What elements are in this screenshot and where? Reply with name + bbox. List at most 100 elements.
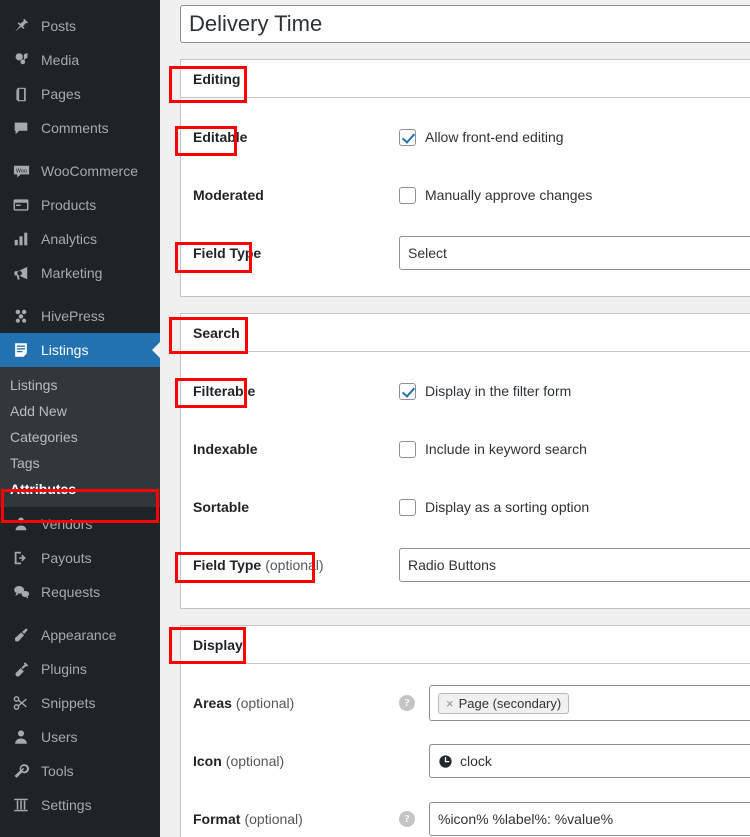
areas-multiselect[interactable]: × Page (secondary) xyxy=(429,685,750,721)
sidebar-item-label: Products xyxy=(41,197,97,213)
sortable-label-wrap: Sortable xyxy=(193,499,399,515)
moderated-label: Moderated xyxy=(193,187,264,203)
sidebar-item-marketing[interactable]: Marketing xyxy=(0,256,160,290)
sidebar-subitem-label: Attributes xyxy=(10,481,77,497)
display-panel-title: Display xyxy=(193,636,243,653)
sidebar-item-label: Appearance xyxy=(41,627,117,643)
attribute-title-input[interactable] xyxy=(180,5,750,43)
vendors-icon xyxy=(10,514,32,534)
sidebar-item-snippets[interactable]: Snippets xyxy=(0,686,160,720)
icon-select[interactable]: clock xyxy=(429,744,750,778)
sidebar-item-analytics[interactable]: Analytics xyxy=(0,222,160,256)
sidebar-item-settings[interactable]: Settings xyxy=(0,788,160,822)
format-field: %icon% %label%: %value% xyxy=(429,802,750,836)
editing-panel-header: Editing xyxy=(181,60,750,98)
snippets-icon xyxy=(10,693,32,713)
pin-icon xyxy=(10,16,32,36)
sidebar-item-woocommerce[interactable]: Woo WooCommerce xyxy=(0,154,160,188)
sidebar-item-vendors[interactable]: Vendors xyxy=(0,507,160,541)
requests-icon xyxy=(10,582,32,602)
sidebar-item-tools[interactable]: Tools xyxy=(0,754,160,788)
main-content: Editing Editable Allow front-end editing xyxy=(160,0,750,837)
allow-frontend-editing-checkbox-wrap[interactable]: Allow front-end editing xyxy=(399,128,564,146)
allow-frontend-editing-label: Allow front-end editing xyxy=(425,129,564,145)
title-wrapper xyxy=(180,5,750,43)
sidebar-item-payouts[interactable]: Payouts xyxy=(0,541,160,575)
sidebar-item-label: WooCommerce xyxy=(41,163,138,179)
sidebar-subitem-tags[interactable]: Tags xyxy=(0,450,160,476)
sidebar-item-appearance[interactable]: Appearance xyxy=(0,618,160,652)
checkbox-icon[interactable] xyxy=(399,128,416,146)
admin-sidebar: Posts Media Pages Comments Woo WooCommer… xyxy=(0,0,160,837)
sidebar-item-products[interactable]: Products xyxy=(0,188,160,222)
format-input[interactable]: %icon% %label%: %value% xyxy=(429,802,750,836)
display-panel-header: Display xyxy=(181,626,750,664)
editing-field-type-label: Field Type xyxy=(193,245,262,261)
sidebar-item-pages[interactable]: Pages xyxy=(0,77,160,111)
icon-label: Icon xyxy=(193,753,222,769)
media-icon xyxy=(10,50,32,70)
tools-icon xyxy=(10,761,32,781)
sidebar-subitem-listings[interactable]: Listings xyxy=(0,372,160,398)
manually-approve-changes-label: Manually approve changes xyxy=(425,187,593,203)
row-editing-field-type: Field Type Select xyxy=(181,224,750,282)
search-panel-body: Filterable Display in the filter form In… xyxy=(181,352,750,608)
checkbox-icon[interactable] xyxy=(399,498,416,516)
sidebar-item-label: Marketing xyxy=(41,265,103,281)
sidebar-subitem-attributes[interactable]: Attributes xyxy=(0,476,160,502)
sidebar-item-comments[interactable]: Comments xyxy=(0,111,160,145)
editing-panel-title: Editing xyxy=(193,70,241,87)
include-in-keyword-search-checkbox-wrap[interactable]: Include in keyword search xyxy=(399,440,587,458)
sidebar-item-label: Users xyxy=(41,729,78,745)
sidebar-item-listings[interactable]: Listings xyxy=(0,333,160,367)
clock-icon xyxy=(438,754,453,769)
checkbox-icon[interactable] xyxy=(399,382,416,400)
editing-field-type-field: Select xyxy=(399,236,750,270)
close-icon[interactable]: × xyxy=(446,696,454,711)
sidebar-subitem-categories[interactable]: Categories xyxy=(0,424,160,450)
editable-label-wrap: Editable xyxy=(193,129,399,145)
sidebar-item-users[interactable]: Users xyxy=(0,720,160,754)
sidebar-item-posts[interactable]: Posts xyxy=(0,9,160,43)
sidebar-item-requests[interactable]: Requests xyxy=(0,575,160,609)
sidebar-divider-2 xyxy=(0,290,160,299)
sidebar-item-label: Plugins xyxy=(41,661,87,677)
help-icon[interactable]: ? xyxy=(399,695,415,711)
hivepress-icon xyxy=(10,306,32,326)
row-editable: Editable Allow front-end editing xyxy=(181,108,750,166)
display-as-sorting-option-checkbox-wrap[interactable]: Display as a sorting option xyxy=(399,498,590,516)
search-panel-title: Search xyxy=(193,324,240,341)
sidebar-item-label: Tools xyxy=(41,763,74,779)
display-as-sorting-option-label: Display as a sorting option xyxy=(425,499,590,515)
checkbox-icon[interactable] xyxy=(399,440,416,458)
display-panel-body: Areas (optional) ? × Page (secondary) Ic… xyxy=(181,664,750,837)
sidebar-divider-3 xyxy=(0,609,160,618)
indexable-field: Include in keyword search xyxy=(399,440,750,458)
row-moderated: Moderated Manually approve changes xyxy=(181,166,750,224)
sidebar-item-label: Media xyxy=(41,52,80,68)
checkbox-icon[interactable] xyxy=(399,186,416,204)
display-in-filter-form-checkbox-wrap[interactable]: Display in the filter form xyxy=(399,382,572,400)
areas-chip[interactable]: × Page (secondary) xyxy=(438,692,570,714)
help-icon[interactable]: ? xyxy=(399,811,415,827)
editable-label: Editable xyxy=(193,129,248,145)
sidebar-item-plugins[interactable]: Plugins xyxy=(0,652,160,686)
filterable-field: Display in the filter form xyxy=(399,382,750,400)
manually-approve-changes-checkbox-wrap[interactable]: Manually approve changes xyxy=(399,186,593,204)
display-in-filter-form-label: Display in the filter form xyxy=(425,383,572,399)
sidebar-item-media[interactable]: Media xyxy=(0,43,160,77)
sidebar-item-label: Comments xyxy=(41,120,109,136)
sidebar-item-hivepress[interactable]: HivePress xyxy=(0,299,160,333)
sidebar-spacer-top xyxy=(0,0,160,9)
sidebar-current-arrow-icon xyxy=(152,342,160,358)
icon-optional: (optional) xyxy=(225,753,285,769)
sidebar-item-label: Vendors xyxy=(41,516,93,532)
areas-field: × Page (secondary) xyxy=(429,685,750,721)
icon-label-wrap: Icon (optional) xyxy=(193,753,399,769)
search-field-type-select[interactable]: Radio Buttons xyxy=(399,548,750,582)
sidebar-subitem-label: Add New xyxy=(10,403,67,419)
woocommerce-icon: Woo xyxy=(10,161,32,181)
sidebar-subitem-add-new[interactable]: Add New xyxy=(0,398,160,424)
editing-field-type-select[interactable]: Select xyxy=(399,236,750,270)
icon-value: clock xyxy=(460,753,492,769)
